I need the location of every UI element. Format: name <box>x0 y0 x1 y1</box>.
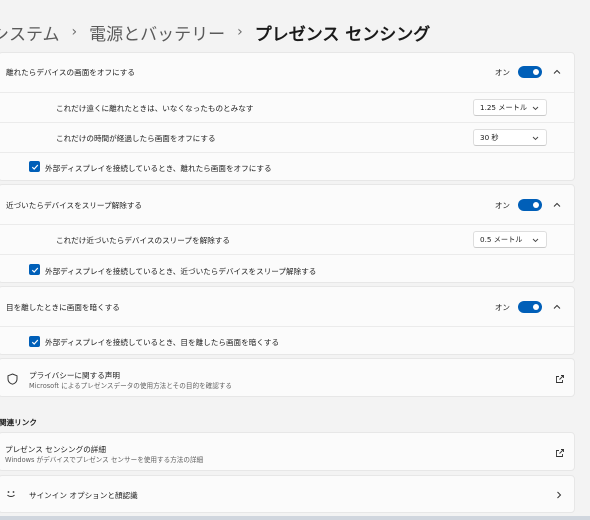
dim-external-checkbox[interactable] <box>29 336 40 347</box>
privacy-subtitle: Microsoft によるプレゼンスデータの使用方法とその目的を確認する <box>29 382 233 390</box>
checkmark-icon <box>31 267 38 273</box>
external-link-icon <box>556 375 564 383</box>
wake-on-distance-value: 0.5 メートル <box>480 234 523 244</box>
wake-on-distance-label: これだけ近づいたらデバイスのスリープを解除する <box>56 236 230 245</box>
wake-off-external-checkbox[interactable] <box>29 161 40 172</box>
wake-on-header[interactable]: 近づいたらデバイスをスリープ解除する オン <box>0 185 574 224</box>
dim-external-label: 外部ディスプレイを接続しているとき、目を離したら画面を暗くする <box>45 338 280 347</box>
chevron-down-icon <box>532 238 539 243</box>
signin-options-link[interactable]: サインイン オプションと顔認識 <box>0 475 575 513</box>
wake-off-time-row: これだけの時間が経過したら画面をオフにする 30 秒 <box>0 122 574 152</box>
privacy-card[interactable]: プライバシーに関する声明 Microsoft によるプレゼンスデータの使用方法と… <box>0 358 575 397</box>
chevron-down-icon <box>532 106 539 111</box>
dim-toggle-state: オン <box>494 302 510 312</box>
chevron-right-icon <box>557 491 562 499</box>
wake-on-external-checkbox[interactable] <box>29 264 40 275</box>
dim-card: 目を離したときに画面を暗くする オン 外部ディスプレイを接続しているとき、目を離… <box>0 286 575 355</box>
breadcrumb: システム › 電源とバッテリー › プレゼンス センシング <box>0 17 430 47</box>
wake-off-time-label: これだけの時間が経過したら画面をオフにする <box>56 134 216 143</box>
chevron-up-icon[interactable] <box>552 67 562 77</box>
page-title: プレゼンス センシング <box>254 24 431 45</box>
wake-on-distance-row: これだけ近づいたらデバイスのスリープを解除する 0.5 メートル <box>0 224 574 254</box>
dim-header[interactable]: 目を離したときに画面を暗くする オン <box>0 287 574 326</box>
face-icon <box>7 491 15 497</box>
chevron-right-icon: › <box>71 24 78 40</box>
wake-off-toggle-state: オン <box>494 67 510 77</box>
wake-off-card: 離れたらデバイスの画面をオフにする オン これだけ遠くに離れたときは、いなくなっ… <box>0 52 575 181</box>
checkmark-icon <box>31 164 38 170</box>
wake-off-toggle[interactable] <box>518 66 542 78</box>
wake-off-title: 離れたらデバイスの画面をオフにする <box>6 68 135 77</box>
signin-options-title: サインイン オプションと顔認識 <box>29 491 138 500</box>
wake-on-card: 近づいたらデバイスをスリープ解除する オン これだけ近づいたらデバイスのスリープ… <box>0 184 575 283</box>
chevron-up-icon[interactable] <box>552 302 562 312</box>
breadcrumb-power-battery[interactable]: 電源とバッテリー <box>89 20 225 45</box>
wake-off-time-select[interactable]: 30 秒 <box>473 129 547 146</box>
presence-details-subtitle: Windows がデバイスでプレゼンス センサーを使用する方法の詳細 <box>5 456 204 464</box>
wake-on-toggle-state: オン <box>494 200 510 210</box>
shield-icon <box>7 373 18 385</box>
chevron-down-icon <box>532 136 539 141</box>
wake-on-distance-select[interactable]: 0.5 メートル <box>473 231 547 248</box>
dim-toggle[interactable] <box>518 301 542 313</box>
wake-off-external-label: 外部ディスプレイを接続しているとき、離れたら画面をオフにする <box>45 164 272 173</box>
wake-on-toggle[interactable] <box>518 199 542 211</box>
checkmark-icon <box>31 339 38 345</box>
dim-title: 目を離したときに画面を暗くする <box>6 303 120 312</box>
breadcrumb-system[interactable]: システム <box>0 20 60 45</box>
presence-details-link[interactable]: プレゼンス センシングの詳細 Windows がデバイスでプレゼンス センサーを… <box>0 432 575 471</box>
wake-on-title: 近づいたらデバイスをスリープ解除する <box>6 201 143 210</box>
wake-off-distance-row: これだけ遠くに離れたときは、いなくなったものとみなす 1.25 メートル <box>0 92 574 122</box>
wake-on-external-row: 外部ディスプレイを接続しているとき、近づいたらデバイスをスリープ解除する <box>0 254 574 284</box>
bottom-edge <box>0 516 590 520</box>
wake-off-external-row: 外部ディスプレイを接続しているとき、離れたら画面をオフにする <box>0 152 574 182</box>
external-link-icon <box>556 449 564 457</box>
wake-off-time-value: 30 秒 <box>480 132 499 142</box>
dim-external-row: 外部ディスプレイを接続しているとき、目を離したら画面を暗くする <box>0 326 574 356</box>
chevron-up-icon[interactable] <box>552 200 562 210</box>
related-links-heading: 関連リンク <box>0 418 37 427</box>
wake-off-header[interactable]: 離れたらデバイスの画面をオフにする オン <box>0 53 574 92</box>
wake-on-external-label: 外部ディスプレイを接続しているとき、近づいたらデバイスをスリープ解除する <box>45 267 317 276</box>
wake-off-distance-label: これだけ遠くに離れたときは、いなくなったものとみなす <box>56 104 254 113</box>
chevron-right-icon: › <box>237 24 243 40</box>
wake-off-distance-select[interactable]: 1.25 メートル <box>473 99 547 116</box>
wake-off-distance-value: 1.25 メートル <box>480 102 528 112</box>
